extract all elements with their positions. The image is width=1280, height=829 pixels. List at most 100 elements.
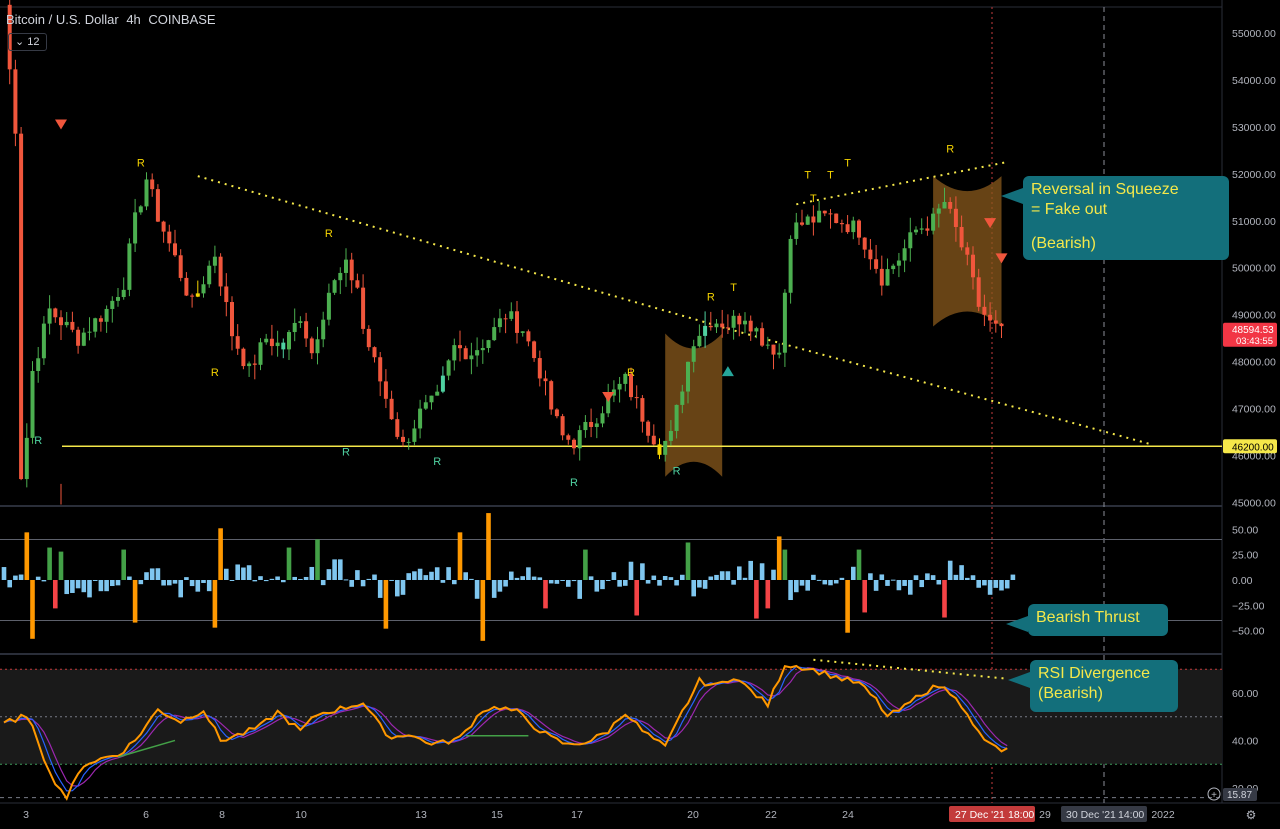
- candle-body: [475, 350, 480, 356]
- candle-body: [81, 332, 86, 346]
- candle-body: [230, 302, 234, 337]
- candle-body: [754, 328, 759, 332]
- candle-body: [509, 311, 514, 319]
- candle-body: [315, 339, 320, 354]
- histogram-bar: [754, 580, 759, 619]
- histogram-bar: [685, 542, 691, 580]
- histogram-bar: [30, 580, 35, 639]
- candle-body: [190, 295, 195, 297]
- candle-body: [680, 391, 685, 405]
- histogram-bar: [811, 574, 816, 580]
- histogram-bar: [400, 580, 406, 595]
- histogram-bar: [332, 559, 337, 580]
- price-axis[interactable]: 55000.00 54000.00 53000.00 52000.00 51000.00…: [1223, 28, 1277, 510]
- histogram-bar: [349, 580, 354, 587]
- candle-body: [224, 286, 229, 303]
- candle-body: [520, 331, 525, 333]
- time-axis[interactable]: 3 6 8 10 13 15 17 20 22 24 27 Dec '21 18:00 29 30 Dec…: [23, 806, 1256, 822]
- histogram-bar: [309, 566, 315, 580]
- candle-body: [70, 321, 75, 330]
- time-tick: 29: [1039, 809, 1051, 821]
- time-tick: 15: [491, 809, 503, 821]
- pattern-labels: RRRRRRRRRRTT TTTR: [34, 119, 1008, 489]
- histogram-bar: [64, 580, 69, 595]
- candle-body: [161, 221, 166, 232]
- histogram-bar: [195, 580, 201, 592]
- candle-body: [959, 226, 964, 248]
- candle-body: [138, 206, 143, 213]
- histogram-bar: [189, 580, 195, 587]
- histogram-tick: −25.00: [1232, 600, 1265, 612]
- histogram-bar: [53, 580, 58, 609]
- histogram-bar: [212, 580, 218, 628]
- histogram-bar: [890, 579, 896, 581]
- candle-body: [155, 189, 160, 222]
- candle-body: [697, 335, 702, 347]
- indicator-toggle[interactable]: ⌄ 12: [8, 33, 47, 51]
- histogram-tick: 0.00: [1232, 575, 1253, 587]
- candle-body: [566, 435, 571, 440]
- histogram-bar: [178, 580, 183, 598]
- histogram-bar: [75, 580, 81, 589]
- candle-body: [76, 329, 81, 346]
- candle-body: [378, 357, 383, 382]
- histogram-bar: [537, 577, 543, 580]
- sell-signal-icon: [55, 119, 67, 130]
- time-tick: 2022: [1151, 809, 1175, 821]
- histogram-bar: [583, 549, 588, 580]
- candle-body: [822, 210, 827, 214]
- candle-body: [98, 318, 103, 322]
- support-price: 46200.00: [1232, 442, 1274, 453]
- histogram-bar: [674, 580, 679, 586]
- histogram-bar: [657, 580, 662, 586]
- candle-body: [537, 358, 542, 379]
- candle-body: [908, 232, 913, 249]
- histogram-bar: [566, 580, 571, 587]
- candle-body: [526, 331, 531, 342]
- candle-body: [304, 321, 309, 339]
- bar-countdown: 03:43:55: [1236, 336, 1273, 347]
- price-tick: 50000.00: [1232, 263, 1276, 275]
- histogram-bar: [879, 574, 885, 580]
- histogram-bar: [833, 580, 839, 584]
- candle-body: [309, 338, 314, 354]
- histogram-bar: [172, 580, 178, 584]
- callout-line: = Fake out: [1031, 201, 1108, 218]
- pattern-label: R: [211, 367, 219, 379]
- candle-body: [178, 255, 183, 278]
- candle-body: [748, 320, 753, 332]
- histogram-bar: [731, 580, 736, 585]
- future-date: 30 Dec '21: [1066, 809, 1116, 821]
- histogram-bar: [241, 567, 246, 580]
- histogram-bar: [959, 565, 964, 580]
- histogram-bar: [908, 580, 913, 595]
- histogram-bar: [98, 580, 104, 592]
- candle-body: [36, 358, 41, 371]
- candle-body: [492, 327, 497, 341]
- histogram-bar: [982, 580, 987, 586]
- histogram-bar: [668, 577, 674, 580]
- histogram-tick: −50.00: [1232, 626, 1265, 638]
- candle-body: [361, 287, 366, 329]
- squeeze-callout: Reversal in Squeeze = Fake out (Bearish): [1001, 176, 1229, 260]
- histogram-bar: [452, 580, 457, 585]
- candle-body: [862, 237, 867, 250]
- histogram-bar: [942, 580, 947, 618]
- histogram-bar: [953, 574, 959, 580]
- candle-body: [429, 395, 434, 403]
- histogram-bar: [161, 580, 166, 586]
- candle-body: [851, 220, 856, 233]
- histogram-bar: [269, 578, 275, 580]
- pattern-label: R: [707, 292, 715, 304]
- candle-body: [857, 220, 861, 238]
- candle-body: [53, 308, 58, 318]
- candle-body: [497, 318, 502, 328]
- histogram-bar: [970, 575, 976, 580]
- histogram-bar: [395, 580, 400, 597]
- price-tick: 52000.00: [1232, 169, 1276, 181]
- candle-body: [777, 352, 782, 355]
- price-tick: 49000.00: [1232, 310, 1276, 322]
- candle-body: [589, 421, 594, 427]
- candle-body: [600, 413, 605, 424]
- candle-body: [971, 254, 975, 278]
